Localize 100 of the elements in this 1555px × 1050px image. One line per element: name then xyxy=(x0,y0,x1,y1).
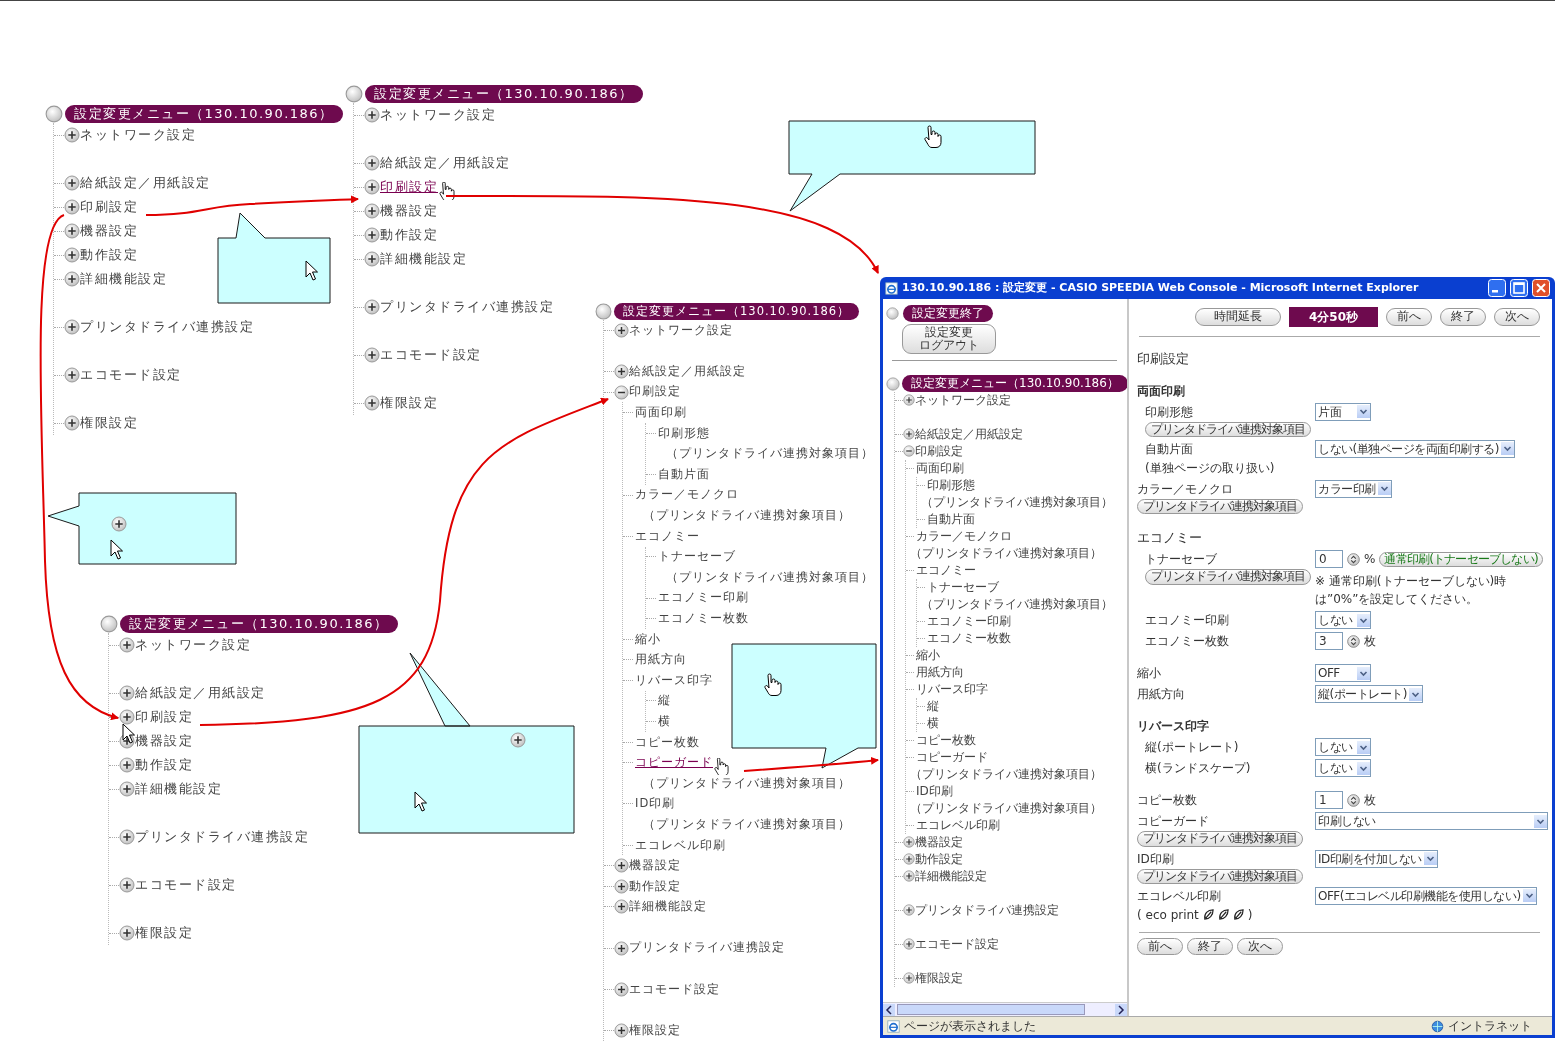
driver-item-button[interactable]: プリンタドライバ連携対象項目 xyxy=(1137,831,1303,847)
expand-icon[interactable] xyxy=(364,395,380,412)
expand-icon[interactable] xyxy=(364,299,380,316)
menu-link[interactable]: リバース印字 xyxy=(914,680,988,699)
expand-icon[interactable] xyxy=(119,829,135,846)
close-icon[interactable] xyxy=(1532,279,1550,297)
dropdown[interactable]: カラー印刷 xyxy=(1315,479,1392,498)
menu-link[interactable]: エコノミー枚数 xyxy=(656,610,749,628)
menu-link[interactable]: プリンタドライバ連携設定 xyxy=(629,939,785,957)
menu-link[interactable]: エコレベル印刷 xyxy=(914,816,1000,835)
scroll-left-icon[interactable] xyxy=(883,1003,895,1016)
driver-item-button[interactable]: プリンタドライバ連携対象項目 xyxy=(1137,498,1303,514)
expand-icon[interactable] xyxy=(64,175,80,192)
dropdown[interactable]: ID印刷を付加しない xyxy=(1315,849,1438,868)
menu-link[interactable]: エコモード設定 xyxy=(915,935,999,954)
dropdown[interactable]: しない xyxy=(1315,738,1371,757)
menu-link[interactable]: 給紙設定／用紙設定 xyxy=(135,683,266,703)
driver-item-button[interactable]: プリンタドライバ連携対象項目 xyxy=(1145,421,1311,437)
menu-link[interactable]: ネットワーク設定 xyxy=(380,105,496,125)
menu-link[interactable]: 印刷形態 xyxy=(656,424,710,442)
nav-button[interactable]: 次へ xyxy=(1237,937,1283,955)
menu-link[interactable]: 縦 xyxy=(656,692,671,710)
expand-icon[interactable] xyxy=(64,247,80,264)
menu-link[interactable]: 動作設定 xyxy=(380,225,438,245)
dropdown[interactable]: 縦(ポートレート) xyxy=(1315,685,1423,704)
expand-icon[interactable] xyxy=(364,203,380,220)
expand-icon[interactable] xyxy=(119,637,135,654)
minimize-icon[interactable] xyxy=(1488,279,1506,297)
menu-link[interactable]: エコモード設定 xyxy=(80,365,182,385)
menu-link[interactable]: 動作設定 xyxy=(629,877,681,895)
menu-link[interactable]: 印刷設定 xyxy=(915,442,963,461)
extend-time-button[interactable]: 時間延長 xyxy=(1194,308,1281,326)
menu-link[interactable]: 両面印刷 xyxy=(914,459,964,478)
menu-link[interactable]: エコモード設定 xyxy=(629,980,720,998)
menu-link[interactable]: エコノミー xyxy=(633,527,700,545)
expand-icon[interactable] xyxy=(119,925,135,942)
expand-icon[interactable] xyxy=(614,1023,629,1038)
expand-icon[interactable] xyxy=(903,428,915,441)
menu-link[interactable]: トナーセーブ xyxy=(656,548,736,566)
menu-link[interactable]: エコモード設定 xyxy=(135,875,237,895)
menu-link[interactable]: カラー／モノクロ xyxy=(914,527,1012,546)
expand-icon[interactable] xyxy=(614,878,629,894)
menu-link[interactable]: ID印刷 xyxy=(914,782,953,801)
dropdown[interactable]: しない(単独ページを両面印刷する) xyxy=(1315,439,1515,458)
menu-link[interactable]: コピーガード xyxy=(914,748,988,767)
menu-link[interactable]: 用紙方向 xyxy=(914,663,964,682)
expand-icon[interactable] xyxy=(903,836,915,849)
logout-button[interactable]: 設定変更 ログアウト xyxy=(902,323,996,355)
number-field[interactable]: 1 xyxy=(1315,791,1343,810)
menu-link[interactable]: トナーセーブ xyxy=(925,578,999,597)
dropdown[interactable]: 印刷しない xyxy=(1315,812,1548,831)
menu-link[interactable]: 印刷形態 xyxy=(925,476,975,495)
menu-link[interactable]: 動作設定 xyxy=(135,755,193,775)
expand-icon[interactable] xyxy=(64,127,80,144)
menu-link[interactable]: コピーガード xyxy=(633,754,713,772)
menu-link[interactable]: ネットワーク設定 xyxy=(915,391,1011,410)
expand-icon[interactable] xyxy=(119,685,135,702)
menu-link[interactable]: 詳細機能設定 xyxy=(80,269,167,289)
menu-link[interactable]: リバース印字 xyxy=(633,671,713,689)
menu-link[interactable]: プリンタドライバ連携設定 xyxy=(380,297,554,317)
driver-item-button[interactable]: プリンタドライバ連携対象項目 xyxy=(1145,569,1311,585)
menu-link[interactable]: 用紙方向 xyxy=(633,651,687,669)
spinner-icon[interactable] xyxy=(1347,552,1360,566)
expand-icon[interactable] xyxy=(119,709,135,726)
expand-icon[interactable] xyxy=(903,853,915,866)
nav-button[interactable]: 前へ xyxy=(1137,937,1183,955)
expand-icon[interactable] xyxy=(64,271,80,288)
scroll-right-icon[interactable] xyxy=(1115,1003,1127,1016)
expand-icon[interactable] xyxy=(64,319,80,336)
end-settings-link[interactable]: 設定変更終了 xyxy=(903,305,993,322)
expand-icon[interactable] xyxy=(614,322,629,338)
menu-link[interactable]: 横 xyxy=(925,714,939,733)
menu-link[interactable]: 自動片面 xyxy=(656,465,710,484)
expand-icon[interactable] xyxy=(614,940,629,956)
nav-button[interactable]: 終了 xyxy=(1440,308,1486,326)
menu-link[interactable]: 縦 xyxy=(925,697,939,716)
driver-item-button[interactable]: プリンタドライバ連携対象項目 xyxy=(1137,868,1303,884)
menu-link[interactable]: 権限設定 xyxy=(135,923,193,943)
menu-link[interactable]: 詳細機能設定 xyxy=(135,779,222,799)
spinner-icon[interactable] xyxy=(1347,634,1360,648)
menu-link[interactable]: 印刷設定 xyxy=(629,383,681,401)
menu-link[interactable]: 印刷設定 xyxy=(380,177,438,197)
expand-icon[interactable] xyxy=(364,347,380,364)
menu-link[interactable]: 権限設定 xyxy=(629,1021,681,1040)
collapse-icon[interactable] xyxy=(614,384,629,400)
menu-link[interactable]: 詳細機能設定 xyxy=(629,898,707,916)
toner-off-button[interactable]: 通常印刷(トナーセーブしない) xyxy=(1379,551,1543,567)
expand-icon[interactable] xyxy=(364,251,380,268)
expand-icon[interactable] xyxy=(64,223,80,240)
expand-icon[interactable] xyxy=(903,972,915,985)
expand-icon[interactable] xyxy=(903,394,915,407)
number-field[interactable]: 3 xyxy=(1315,632,1343,651)
expand-icon[interactable] xyxy=(119,781,135,798)
expand-icon[interactable] xyxy=(614,364,629,379)
menu-link[interactable]: 権限設定 xyxy=(380,393,438,413)
number-field[interactable]: 0 xyxy=(1315,550,1343,569)
menu-link[interactable]: 給紙設定／用紙設定 xyxy=(629,362,746,381)
menu-link[interactable]: エコモード設定 xyxy=(380,345,482,365)
expand-icon[interactable] xyxy=(64,199,80,216)
expand-icon[interactable] xyxy=(614,858,629,874)
